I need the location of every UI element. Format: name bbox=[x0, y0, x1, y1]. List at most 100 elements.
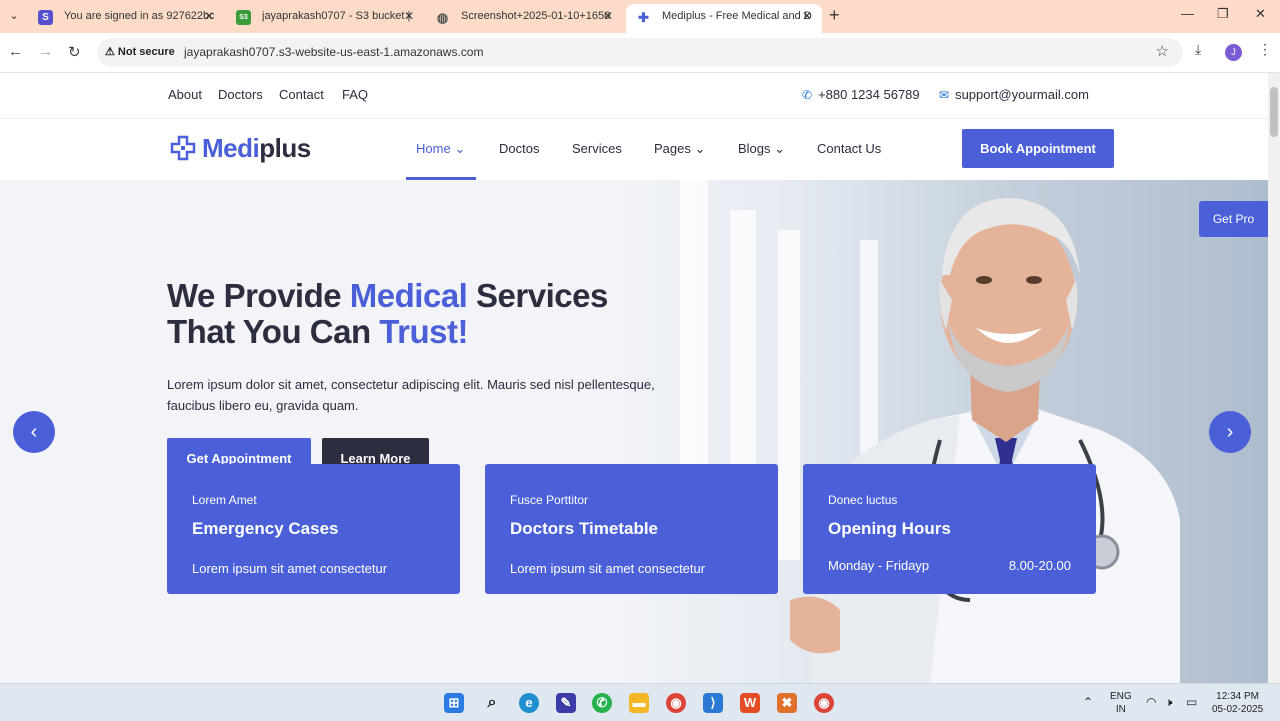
card-text: Lorem ipsum sit amet consectetur bbox=[510, 561, 706, 576]
browser-tab-1[interactable]: S You are signed in as 927622bc ✕ bbox=[28, 4, 224, 33]
browser-toolbar: ← → ↻ ⚠ Not secure jayaprakash0707.s3-we… bbox=[0, 33, 1280, 73]
nav-blogs-label: Blogs bbox=[738, 141, 771, 156]
window-close-icon[interactable]: ✕ bbox=[1255, 6, 1266, 22]
browser-tab-bar: ⌄ S You are signed in as 927622bc ✕ S3 j… bbox=[0, 0, 1280, 33]
top-link-about[interactable]: About bbox=[168, 87, 202, 102]
forward-arrow-icon[interactable]: → bbox=[38, 43, 53, 60]
download-icon[interactable]: ⤓ bbox=[1195, 41, 1201, 58]
book-appointment-button[interactable]: Book Appointment bbox=[962, 129, 1114, 168]
hours-day: Monday - Fridayp bbox=[828, 558, 930, 573]
envelope-icon: ✉ bbox=[939, 88, 950, 102]
nav-doctos[interactable]: Doctos bbox=[499, 141, 539, 156]
hero-title-part: We Provide bbox=[167, 277, 350, 314]
feature-card-emergency: Lorem Amet Emergency Cases Lorem ipsum s… bbox=[167, 464, 460, 594]
not-secure-indicator[interactable]: ⚠ Not secure bbox=[105, 45, 175, 58]
email-address: support@yourmail.com bbox=[955, 87, 1089, 102]
maximize-icon[interactable]: ❐ bbox=[1217, 6, 1229, 22]
app-pen-icon[interactable]: ✎ bbox=[556, 693, 576, 713]
hero-title-highlight: Medical bbox=[349, 277, 468, 314]
chrome-icon[interactable]: ◉ bbox=[666, 693, 686, 713]
browser-tab-3[interactable]: ◍ Screenshot+2025-01-10+1650 ✕ bbox=[425, 4, 623, 33]
slider-next-chevron-right-icon[interactable]: › bbox=[1209, 411, 1251, 453]
wps-office-icon[interactable]: W bbox=[740, 693, 760, 713]
url-text[interactable]: jayaprakash0707.s3-website-us-east-1.ama… bbox=[184, 45, 483, 59]
hero-heading: We Provide Medical Services That You Can… bbox=[167, 278, 687, 350]
nav-pages[interactable]: Pages ⌄ bbox=[654, 141, 705, 157]
chevron-down-icon: ⌄ bbox=[774, 141, 786, 156]
tray-chevron-up-icon[interactable]: ⌃ bbox=[1083, 695, 1093, 709]
tab-label: jayaprakash0707 - S3 bucket | S bbox=[262, 10, 414, 22]
hero-slider: We Provide Medical Services That You Can… bbox=[0, 180, 1268, 683]
tab-favicon-cross-icon: ✚ bbox=[638, 10, 649, 25]
hours-row: Monday - Fridayp 8.00-20.00 bbox=[828, 558, 1071, 573]
tab-label: Screenshot+2025-01-10+1650 bbox=[461, 10, 611, 22]
clock-time: 12:34 PM bbox=[1216, 691, 1259, 702]
phone-icon: ✆ bbox=[802, 88, 813, 102]
top-info-bar: About Doctors Contact FAQ ✆ +880 1234 567… bbox=[0, 73, 1268, 119]
get-pro-button[interactable]: Get Pro bbox=[1199, 201, 1268, 237]
chrome-profile-icon[interactable]: ◉ bbox=[814, 693, 834, 713]
speaker-muted-icon[interactable]: 🕨 bbox=[1165, 695, 1173, 710]
feature-card-opening-hours: Donec luctus Opening Hours Monday - Frid… bbox=[803, 464, 1096, 594]
tab-label: You are signed in as 927622bc bbox=[64, 10, 214, 22]
windows-start-icon[interactable]: ⊞ bbox=[444, 693, 464, 713]
address-bar[interactable]: ⚠ Not secure jayaprakash0707.s3-website-… bbox=[97, 38, 1183, 67]
browser-tab-2[interactable]: S3 jayaprakash0707 - S3 bucket | S ✕ bbox=[226, 4, 424, 33]
battery-icon[interactable]: ▭ bbox=[1186, 695, 1197, 709]
whatsapp-icon[interactable]: ✆ bbox=[592, 693, 612, 713]
site-header: Mediplus Home ⌄ Doctos Services Pages ⌄ … bbox=[0, 119, 1268, 180]
xampp-icon[interactable]: ✖ bbox=[777, 693, 797, 713]
card-pretitle: Fusce Porttitor bbox=[510, 493, 589, 507]
hero-title-part: That You Can bbox=[167, 313, 380, 350]
card-pretitle: Lorem Amet bbox=[192, 493, 257, 507]
page-scrollbar[interactable] bbox=[1268, 73, 1280, 683]
clock[interactable]: 12:34 PM 05-02-2025 bbox=[1212, 690, 1263, 716]
top-link-doctors[interactable]: Doctors bbox=[218, 87, 263, 102]
nav-services[interactable]: Services bbox=[572, 141, 622, 156]
chevron-down-icon: ⌄ bbox=[694, 141, 706, 156]
reload-icon[interactable]: ↻ bbox=[68, 43, 81, 61]
nav-pages-label: Pages bbox=[654, 141, 691, 156]
scrollbar-thumb[interactable] bbox=[1270, 87, 1278, 137]
logo-part-1: Medi bbox=[202, 133, 260, 163]
hours-time: 8.00-20.00 bbox=[1008, 558, 1071, 573]
phone-number: +880 1234 56789 bbox=[818, 87, 920, 102]
top-link-contact[interactable]: Contact bbox=[279, 87, 324, 102]
wifi-icon[interactable]: ◠ bbox=[1146, 695, 1156, 709]
tab-close-icon[interactable]: ✕ bbox=[802, 4, 812, 29]
new-tab-plus-icon[interactable]: + bbox=[829, 5, 840, 26]
clock-date: 05-02-2025 bbox=[1212, 704, 1264, 715]
search-icon[interactable]: ⌕ bbox=[482, 693, 502, 713]
phone-contact[interactable]: ✆ +880 1234 56789 bbox=[802, 87, 920, 102]
profile-avatar[interactable]: J bbox=[1225, 44, 1242, 61]
logo-wordmark: Mediplus bbox=[202, 133, 311, 164]
tab-search-chevron-icon[interactable]: ⌄ bbox=[6, 8, 22, 24]
tab-close-icon[interactable]: ✕ bbox=[204, 4, 214, 29]
bookmark-star-icon[interactable]: ☆ bbox=[1156, 42, 1169, 60]
chevron-down-icon: ⌄ bbox=[454, 141, 466, 156]
edge-browser-icon[interactable]: e bbox=[519, 693, 539, 713]
tab-close-icon[interactable]: ✕ bbox=[404, 4, 414, 29]
nav-contact-us[interactable]: Contact Us bbox=[817, 141, 881, 156]
nav-home[interactable]: Home ⌄ bbox=[416, 141, 465, 157]
tab-close-icon[interactable]: ✕ bbox=[603, 4, 613, 29]
nav-blogs[interactable]: Blogs ⌄ bbox=[738, 141, 785, 157]
vscode-icon[interactable]: ⟩ bbox=[703, 693, 723, 713]
tab-favicon-s-icon: S bbox=[38, 10, 53, 25]
logo-part-2: plus bbox=[259, 133, 311, 163]
file-explorer-icon[interactable]: ▬ bbox=[629, 693, 649, 713]
tab-favicon-s3-icon: S3 bbox=[236, 10, 251, 25]
tab-label: Mediplus - Free Medical and Do bbox=[662, 10, 812, 22]
browser-tab-4-active[interactable]: ✚ Mediplus - Free Medical and Do ✕ bbox=[626, 4, 822, 33]
browser-menu-icon[interactable]: ⋮ bbox=[1258, 41, 1272, 58]
top-link-faq[interactable]: FAQ bbox=[342, 87, 368, 102]
email-contact[interactable]: ✉ support@yourmail.com bbox=[939, 87, 1089, 102]
slider-prev-chevron-left-icon[interactable]: ‹ bbox=[13, 411, 55, 453]
language-indicator[interactable]: ENG IN bbox=[1110, 690, 1132, 716]
back-arrow-icon[interactable]: ← bbox=[8, 43, 23, 60]
card-text: Lorem ipsum sit amet consectetur bbox=[192, 561, 388, 576]
card-pretitle: Donec luctus bbox=[828, 493, 898, 507]
minimize-icon[interactable]: — bbox=[1181, 6, 1194, 21]
security-label: Not secure bbox=[117, 46, 175, 58]
tab-favicon-globe-icon: ◍ bbox=[436, 10, 449, 25]
